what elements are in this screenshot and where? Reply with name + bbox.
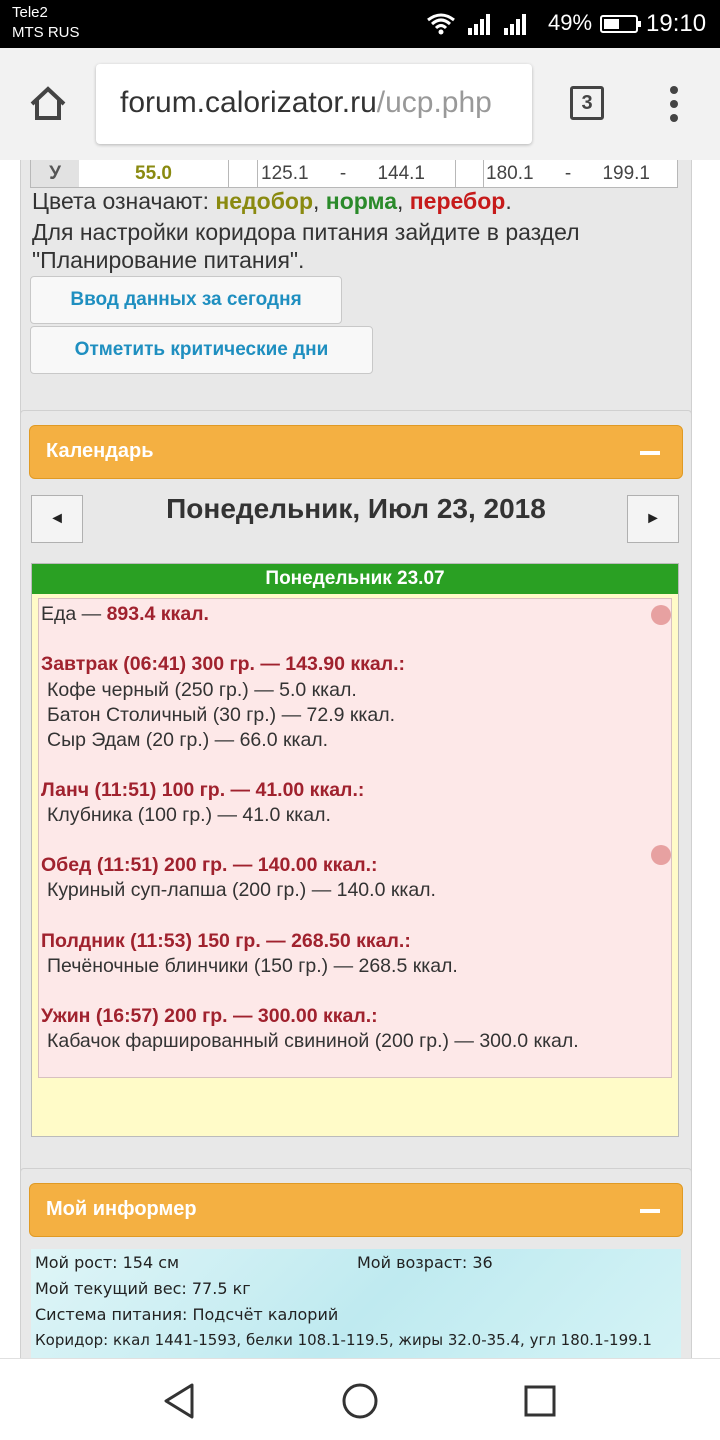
informer-title: Мой информер <box>46 1198 197 1220</box>
signal-icon <box>504 14 526 35</box>
nutrient-value: 55.0 <box>79 160 229 187</box>
planning-hint: Для настройки коридора питания зайдите в… <box>32 219 580 273</box>
legend-suffix: . <box>505 188 512 214</box>
nutrient-table-row: У 55.0 125.1 - 144.1 180.1 - 199.1 <box>30 160 678 188</box>
nutrient-range-corridor: 180.1 - 199.1 <box>486 160 676 187</box>
meal-title[interactable]: Обед (11:51) 200 гр. — 140.00 ккал.: <box>41 854 378 877</box>
meal-title[interactable]: Завтрак (06:41) 300 гр. — 143.90 ккал.: <box>41 653 405 676</box>
food-total-prefix: Еда — <box>41 603 107 625</box>
calendar-date-title: Понедельник, Июл 23, 2018 <box>166 493 546 524</box>
informer-age: Мой возраст: 36 <box>357 1253 493 1272</box>
prev-day-button[interactable]: ◄ <box>31 495 83 543</box>
next-day-button[interactable]: ► <box>627 495 679 543</box>
tabs-button[interactable]: 3 <box>570 86 604 120</box>
meal-item: Клубника (100 гр.) — 41.0 ккал. <box>47 804 331 826</box>
nutrient-letter: У <box>31 160 79 187</box>
url-host: forum.calorizator.ru <box>120 86 377 119</box>
meal-title[interactable]: Ужин (16:57) 200 гр. — 300.00 ккал.: <box>41 1005 378 1028</box>
address-bar[interactable]: forum.calorizator.ru/ucp.php <box>96 64 532 144</box>
wifi-icon <box>427 13 455 35</box>
back-icon[interactable] <box>160 1381 200 1421</box>
apple-icon <box>651 845 671 865</box>
meal-item: Кофе черный (250 гр.) — 5.0 ккал. <box>47 679 357 701</box>
meal-item: Сыр Эдам (20 гр.) — 66.0 ккал. <box>47 729 329 751</box>
page-content: У 55.0 125.1 - 144.1 180.1 - 199.1 Цвета… <box>0 160 720 1358</box>
calendar-header[interactable]: Календарь <box>29 425 683 479</box>
status-bar: Tele2 MTS RUS 49% 19:10 <box>0 0 720 48</box>
battery-percent: 49% <box>548 10 593 35</box>
status-icons <box>426 10 528 38</box>
legend-low: недобор <box>215 188 314 214</box>
legend-high: перебор <box>409 188 506 214</box>
home-icon[interactable] <box>24 80 72 128</box>
signal-icon <box>468 14 490 35</box>
meal-item: Куриный суп-лапша (200 гр.) — 140.0 ккал… <box>47 879 436 901</box>
range-from: 125.1 <box>261 163 309 184</box>
meal-item: Батон Столичный (30 гр.) — 72.9 ккал. <box>47 704 396 726</box>
range-to: 144.1 <box>377 163 425 184</box>
meal-item: Печёночные блинчики (150 гр.) — 268.5 кк… <box>47 955 458 977</box>
range-dash: - <box>564 163 572 184</box>
informer-height: Мой рост: 154 см <box>35 1253 180 1272</box>
informer-corridor: Коридор: ккал 1441-1593, белки 108.1-119… <box>35 1331 652 1349</box>
informer-weight: Мой текущий вес: 77.5 кг <box>35 1279 251 1298</box>
meal-list: Еда — 893.4 ккал. Завтрак (06:41) 300 гр… <box>38 598 672 1078</box>
food-total: Еда — 893.4 ккал. <box>41 603 209 626</box>
battery-icon <box>600 15 641 33</box>
collapse-icon[interactable] <box>640 451 660 455</box>
range-from: 180.1 <box>486 163 534 184</box>
food-total-value: 893.4 ккал. <box>106 603 209 625</box>
carrier-name: Tele2 <box>12 4 48 21</box>
nutrient-range-norm: 125.1 - 144.1 <box>261 160 451 187</box>
range-to: 199.1 <box>602 163 650 184</box>
day-label: Понедельник 23.07 <box>32 564 678 594</box>
enter-today-button[interactable]: Ввод данных за сегодня <box>30 276 342 324</box>
url-path: /ucp.php <box>376 86 492 119</box>
apple-icon <box>651 605 671 625</box>
calendar-day-area: Понедельник 23.07 Еда — 893.4 ккал. Завт… <box>31 563 679 1137</box>
color-legend: Цвета означают: недобор, норма, перебор. <box>32 188 512 215</box>
meal-item: Кабачок фаршированный свининой (200 гр.)… <box>47 1030 579 1052</box>
informer-header[interactable]: Мой информер <box>29 1183 683 1237</box>
mark-critical-days-button[interactable]: Отметить критические дни <box>30 326 373 374</box>
informer-widget: Мой рост: 154 см Мой возраст: 36 Мой тек… <box>31 1249 681 1358</box>
legend-sep: , <box>313 188 326 214</box>
legend-sep: , <box>397 188 410 214</box>
url-text: forum.calorizator.ru/ucp.php <box>120 86 492 120</box>
battery-level <box>604 19 619 29</box>
range-dash: - <box>339 163 347 184</box>
clock: 19:10 <box>646 10 707 37</box>
carrier-name-secondary: MTS RUS <box>12 24 80 41</box>
calendar-panel: Календарь ◄ Понедельник, Июл 23, 2018 ► … <box>20 410 692 1246</box>
informer-system: Система питания: Подсчёт калорий <box>35 1305 339 1324</box>
more-menu-icon[interactable] <box>664 86 684 126</box>
legend-prefix: Цвета означают: <box>32 188 216 214</box>
legend-norm: норма <box>325 188 397 214</box>
system-nav-bar <box>0 1358 720 1440</box>
home-nav-icon[interactable] <box>340 1381 380 1421</box>
recents-icon[interactable] <box>522 1383 558 1419</box>
meal-title[interactable]: Полдник (11:53) 150 гр. — 268.50 ккал.: <box>41 930 411 953</box>
informer-panel: Мой информер Мой рост: 154 см Мой возрас… <box>20 1168 692 1358</box>
meal-title[interactable]: Ланч (11:51) 100 гр. — 41.00 ккал.: <box>41 779 364 802</box>
browser-toolbar: forum.calorizator.ru/ucp.php 3 <box>0 48 720 160</box>
collapse-icon[interactable] <box>640 1209 660 1213</box>
calendar-title: Календарь <box>46 440 154 462</box>
